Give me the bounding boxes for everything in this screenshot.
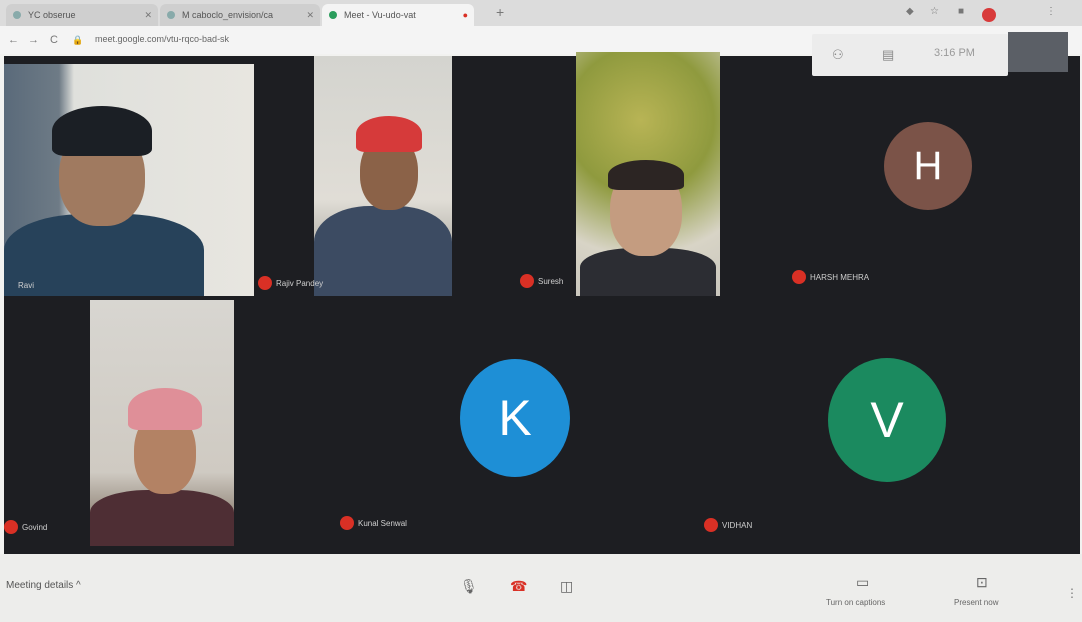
browser-tab-bar: YC obserue ✕ M caboclo_envision/ca ✕ Mee…: [0, 0, 1082, 26]
tab-title: YC obserue: [28, 10, 76, 20]
meeting-stage: Ravi Rajiv Pandey Suresh H HARSH MEHRA G…: [4, 52, 1080, 554]
turn-on-captions-button[interactable]: Turn on captions: [826, 598, 885, 607]
meeting-top-overlay: ⚇ ▤ 3:16 PM: [812, 34, 1008, 76]
captions-icon[interactable]: ▭: [856, 574, 869, 591]
participant-name-label: Rajiv Pandey: [258, 275, 324, 292]
microphone-button[interactable]: 🎙: [460, 578, 478, 595]
camera-icon: ◫: [560, 578, 574, 594]
participant-name: Suresh: [538, 277, 564, 286]
lock-icon: 🔒: [72, 35, 84, 45]
mic-off-icon: [704, 517, 718, 532]
meeting-control-bar: Meeting details ^ 🎙 ☎ ◫ ▭ Turn on captio…: [0, 554, 1082, 622]
browser-tab-meet[interactable]: Meet - Vu-udo-vat ●: [322, 4, 474, 26]
person-body: [90, 490, 234, 546]
mic-off-icon: [258, 275, 272, 290]
browser-tab-1[interactable]: YC obserue ✕: [6, 4, 158, 26]
extension-icon[interactable]: ◆: [906, 6, 914, 17]
close-icon[interactable]: ✕: [306, 4, 314, 26]
chevron-up-icon: ^: [76, 580, 81, 591]
person-cap: [128, 388, 202, 430]
phone-hangup-icon: ☎: [510, 578, 528, 594]
tab-favicon-icon: [13, 11, 21, 19]
tab-title: M caboclo_envision/ca: [182, 10, 274, 20]
avatar-initial: K: [498, 390, 532, 446]
mic-off-icon: [340, 515, 354, 530]
meeting-details-label: Meeting details: [6, 580, 74, 591]
hang-up-button[interactable]: ☎: [510, 578, 527, 595]
participant-name: Govind: [22, 523, 48, 532]
back-button[interactable]: ←: [8, 34, 19, 46]
menu-dots-icon[interactable]: ⋮: [1046, 6, 1056, 17]
chat-icon[interactable]: ▤: [882, 47, 894, 63]
participant-name: Kunal Senwal: [358, 519, 407, 528]
person-cap: [52, 106, 152, 156]
microphone-icon: 🎙: [460, 578, 478, 594]
meeting-time: 3:16 PM: [934, 47, 975, 59]
present-icon[interactable]: ⊡: [976, 574, 988, 591]
recording-dot-icon: ●: [462, 10, 468, 20]
participant-name-label: VIDHAN: [704, 517, 753, 534]
person-body: [314, 206, 452, 296]
avatar-initial: V: [870, 392, 904, 448]
self-view-thumbnail[interactable]: [1008, 32, 1068, 72]
star-icon[interactable]: ☆: [930, 6, 939, 17]
participant-name-label: Suresh: [520, 273, 564, 290]
participant-name: Rajiv Pandey: [276, 279, 324, 288]
profile-avatar[interactable]: [982, 8, 996, 22]
mic-off-icon: [520, 273, 534, 288]
url-input[interactable]: meet.google.com/vtu-rqco-bad-sk: [95, 34, 229, 44]
meeting-details-button[interactable]: Meeting details ^: [6, 580, 81, 591]
camera-button[interactable]: ◫: [560, 578, 573, 595]
participant-avatar[interactable]: H: [884, 122, 972, 210]
participant-name-label: Govind: [4, 519, 48, 536]
participant-tile[interactable]: [90, 300, 234, 546]
participant-tile[interactable]: [576, 52, 720, 296]
new-tab-button[interactable]: +: [496, 4, 504, 20]
reload-button[interactable]: C: [50, 34, 58, 46]
participant-name-label: Ravi: [18, 278, 34, 294]
tab-title: Meet - Vu-udo-vat: [344, 10, 416, 20]
person-hair: [608, 160, 684, 190]
participant-avatar[interactable]: K: [460, 359, 570, 477]
close-icon[interactable]: ✕: [144, 4, 152, 26]
participant-tile[interactable]: [314, 56, 452, 296]
participant-name: Ravi: [18, 281, 35, 290]
participant-name-label: Kunal Senwal: [340, 515, 407, 532]
browser-tab-2[interactable]: M caboclo_envision/ca ✕: [160, 4, 320, 26]
forward-button[interactable]: →: [28, 34, 39, 46]
present-now-button[interactable]: Present now: [954, 598, 998, 607]
person-cap: [356, 116, 422, 152]
meet-favicon-icon: [329, 11, 337, 19]
participant-name: HARSH MEHRA: [810, 273, 870, 282]
avatar-initial: H: [913, 144, 943, 188]
participant-avatar[interactable]: V: [828, 358, 946, 482]
tab-favicon-icon: [167, 11, 175, 19]
participant-name: VIDHAN: [722, 521, 753, 530]
puzzle-icon[interactable]: ■: [958, 6, 964, 17]
more-options-icon[interactable]: ⋮: [1066, 586, 1078, 600]
mic-off-icon: [792, 269, 806, 284]
mic-off-icon: [4, 519, 18, 534]
participant-name-label: HARSH MEHRA: [792, 269, 870, 286]
participant-tile[interactable]: [4, 64, 254, 296]
people-icon[interactable]: ⚇: [832, 47, 844, 63]
